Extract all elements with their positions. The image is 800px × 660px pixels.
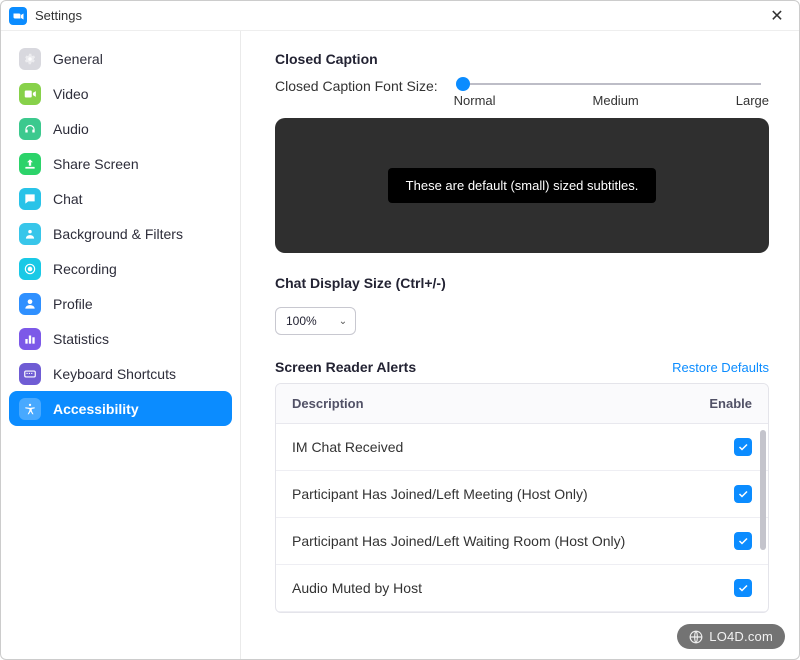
sidebar-item-recording[interactable]: Recording [9, 251, 232, 286]
sidebar-item-general[interactable]: General [9, 41, 232, 76]
watermark-text: LO4D.com [709, 629, 773, 644]
alert-checkbox[interactable] [734, 485, 752, 503]
restore-defaults-link[interactable]: Restore Defaults [672, 360, 769, 375]
alert-description: Participant Has Joined/Left Meeting (Hos… [292, 486, 682, 502]
alerts-table: Description Enable IM Chat Received Part… [275, 383, 769, 613]
col-description: Description [292, 396, 682, 411]
sidebar-item-profile[interactable]: Profile [9, 286, 232, 321]
sidebar-item-label: Background & Filters [53, 226, 183, 242]
sidebar-item-label: Keyboard Shortcuts [53, 366, 176, 382]
headphones-icon [19, 118, 41, 140]
sidebar-item-audio[interactable]: Audio [9, 111, 232, 146]
slider-label-medium: Medium [593, 93, 639, 108]
slider-label-normal: Normal [454, 93, 496, 108]
accessibility-icon [19, 398, 41, 420]
zoom-app-icon [9, 7, 27, 25]
sidebar-item-label: Profile [53, 296, 93, 312]
watermark: LO4D.com [677, 624, 785, 649]
sidebar-item-accessibility[interactable]: Accessibility [9, 391, 232, 426]
sidebar-item-label: Chat [53, 191, 83, 207]
video-icon [19, 83, 41, 105]
font-size-label: Closed Caption Font Size: [275, 78, 438, 94]
table-scrollbar[interactable] [760, 430, 766, 550]
chat-icon [19, 188, 41, 210]
sidebar-item-background[interactable]: Background & Filters [9, 216, 232, 251]
sidebar-item-label: Recording [53, 261, 117, 277]
alert-checkbox[interactable] [734, 438, 752, 456]
sidebar-item-video[interactable]: Video [9, 76, 232, 111]
alert-row: Participant Has Joined/Left Meeting (Hos… [276, 471, 768, 518]
caption-preview-text: These are default (small) sized subtitle… [388, 168, 657, 203]
sidebar-item-label: Audio [53, 121, 89, 137]
sidebar-item-label: Accessibility [53, 401, 139, 417]
globe-icon [689, 630, 703, 644]
alert-checkbox[interactable] [734, 579, 752, 597]
share-icon [19, 153, 41, 175]
profile-icon [19, 293, 41, 315]
window-title: Settings [35, 8, 82, 23]
stats-icon [19, 328, 41, 350]
slider-track [462, 83, 761, 85]
chat-display-select[interactable]: 100% ⌄ [275, 307, 356, 335]
slider-thumb[interactable] [456, 77, 470, 91]
gear-icon [19, 48, 41, 70]
settings-sidebar: General Video Audio Share Screen Chat [1, 31, 241, 659]
keyboard-icon [19, 363, 41, 385]
sidebar-item-share-screen[interactable]: Share Screen [9, 146, 232, 181]
close-button[interactable]: ✕ [763, 2, 791, 30]
record-icon [19, 258, 41, 280]
font-size-slider[interactable]: Normal Medium Large [454, 77, 769, 108]
sidebar-item-label: Share Screen [53, 156, 139, 172]
alert-row: Participant Has Joined/Left Waiting Room… [276, 518, 768, 565]
alert-description: Participant Has Joined/Left Waiting Room… [292, 533, 682, 549]
alert-description: IM Chat Received [292, 439, 682, 455]
font-size-row: Closed Caption Font Size: Normal Medium … [275, 77, 769, 108]
sidebar-item-keyboard[interactable]: Keyboard Shortcuts [9, 356, 232, 391]
alert-row: Audio Muted by Host [276, 565, 768, 612]
alert-description: Audio Muted by Host [292, 580, 682, 596]
sidebar-item-label: Statistics [53, 331, 109, 347]
alerts-heading: Screen Reader Alerts [275, 359, 416, 375]
sidebar-item-label: Video [53, 86, 89, 102]
chevron-down-icon: ⌄ [339, 316, 347, 327]
alerts-table-header: Description Enable [276, 384, 768, 424]
titlebar: Settings ✕ [1, 1, 799, 31]
alert-row: IM Chat Received [276, 424, 768, 471]
background-icon [19, 223, 41, 245]
chat-display-heading: Chat Display Size (Ctrl+/-) [275, 275, 769, 291]
sidebar-item-statistics[interactable]: Statistics [9, 321, 232, 356]
chat-display-value: 100% [286, 314, 317, 328]
col-enable: Enable [682, 396, 752, 411]
sidebar-item-label: General [53, 51, 103, 67]
main-panel: Closed Caption Closed Caption Font Size:… [241, 31, 799, 659]
closed-caption-heading: Closed Caption [275, 51, 769, 67]
caption-preview: These are default (small) sized subtitle… [275, 118, 769, 253]
slider-labels: Normal Medium Large [454, 93, 769, 108]
slider-label-large: Large [736, 93, 769, 108]
sidebar-item-chat[interactable]: Chat [9, 181, 232, 216]
alert-checkbox[interactable] [734, 532, 752, 550]
